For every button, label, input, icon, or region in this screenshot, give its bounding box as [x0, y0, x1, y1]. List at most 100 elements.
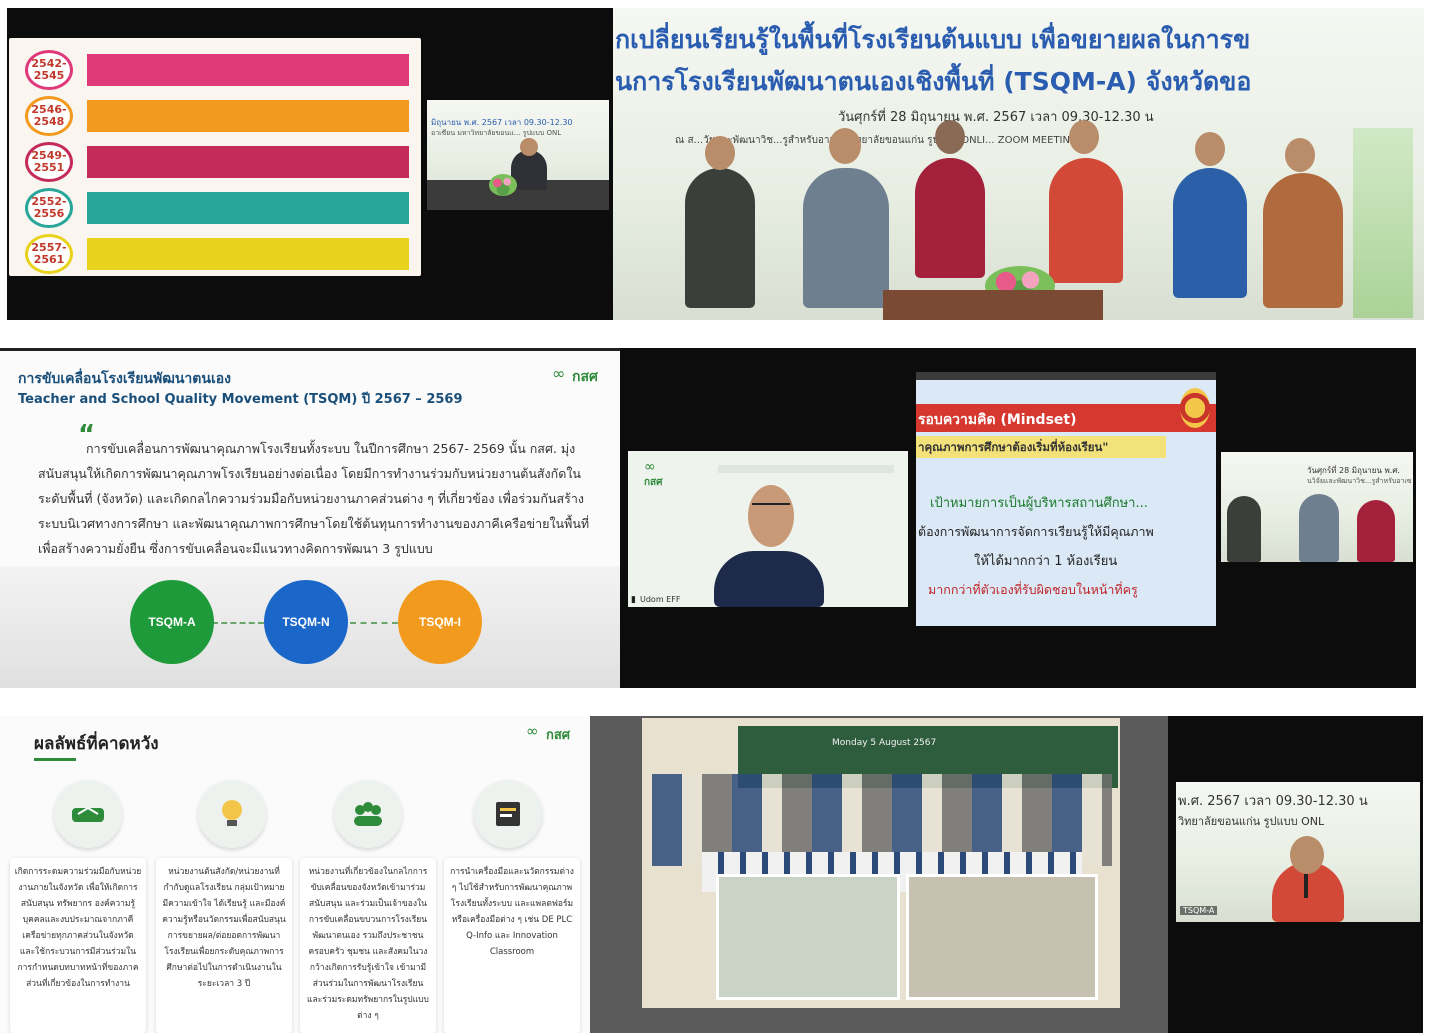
closeup-date: พ.ศ. 2567 เวลา 09.30-12.30 น — [1178, 794, 1368, 809]
panelist-5 — [1173, 168, 1247, 298]
participant-glasses — [752, 503, 790, 511]
thumb-person-1 — [1227, 496, 1261, 562]
panelist-1 — [685, 168, 755, 308]
lightbulb-icon — [198, 780, 266, 848]
banner-line-1: กเปลี่ยนเรียนรู้ในพื้นที่โรงเรียนต้นแบบ … — [615, 25, 1251, 54]
outcome-card-3-text: หน่วยงานที่เกี่ยวข้องในกลไกการขับเคลื่อน… — [307, 867, 429, 1021]
stage-thumbnail-video: วันศุกร์ที่ 28 มิถุนายน พ.ศ. นวิจัยและพั… — [1221, 452, 1413, 562]
outcome-card-4: การนำเครื่องมือและนวัตกรรมต่าง ๆ ไปใช้สำ… — [444, 858, 580, 1033]
connector-1 — [212, 622, 264, 624]
mindset-slide: รอบความคิด (Mindset) าคุณภาพการศึกษาต้อง… — [916, 380, 1216, 626]
closeup-tag: TSQM-A — [1180, 906, 1218, 915]
node-tsqm-a-label: TSQM-A — [148, 615, 196, 629]
tools-document-icon — [474, 780, 542, 848]
logo-text-outcomes: กสศ — [546, 728, 571, 743]
mindset-line-2: ต้องการพัฒนาการจัดการเรียนรู้ให้มีคุณภาพ — [918, 524, 1154, 539]
speaker-inset-video: มิถุนายน พ.ศ. 2567 เวลา 09.30-12.30 อาเซ… — [427, 100, 609, 210]
screen-top-bar — [916, 372, 1216, 380]
timeline-row — [87, 54, 409, 86]
logo-text: กสศ — [572, 369, 598, 385]
thumb-person-2 — [1299, 494, 1339, 562]
panelist-5-head — [1195, 132, 1225, 166]
banner-venue: ณ ส...วัยและพัฒนาวิช...รูสำหรับอาเซี...ว… — [675, 135, 1078, 146]
quote-body: การขับเคลื่อนการพัฒนาคุณภาพโรงเรียนทั้งร… — [38, 441, 590, 556]
signal-icon: ▮ — [631, 595, 636, 605]
mindset-line-3: ให้ได้มากกว่า 1 ห้องเรียน — [974, 554, 1118, 569]
logo-mark-icon-small: ∞ — [644, 459, 656, 475]
closeup-speaker-head — [1290, 836, 1324, 874]
panelist-3-head — [935, 120, 965, 154]
board-text: Monday 5 August 2567 — [832, 738, 937, 748]
slide-title-thai: การขับเคลื่อนโรงเรียนพัฒนาตนเอง — [18, 371, 231, 387]
node-tsqm-i: TSQM-I — [398, 580, 482, 664]
closeup-venue: วิทยาลัยขอนแก่น รูปแบบ ONL — [1178, 815, 1325, 828]
handshake-icon — [54, 780, 122, 848]
timeline-year-badge: 2549- 2551 — [25, 142, 73, 182]
panelist-4 — [1049, 158, 1123, 283]
timeline-row — [87, 146, 409, 178]
presentation-strip — [718, 465, 894, 473]
mindset-subheader: าคุณภาพการศึกษาต้องเริ่มที่ห้องเรียน" — [918, 440, 1109, 454]
top-border-line — [0, 348, 620, 351]
speaker-head — [520, 138, 538, 156]
inset-banner-text-2: อาเซียน มหาวิทยาลัยขอนแ... รูปแบบ ONL — [431, 129, 562, 137]
panelist-1-head — [705, 136, 735, 170]
logo-mark-icon: ∞ — [552, 364, 566, 383]
participant-name: Udom EFF — [640, 595, 681, 604]
participant-head — [748, 485, 794, 547]
panel-mindset-screen: รอบความคิด (Mindset) าคุณภาพการศึกษาต้อง… — [912, 348, 1416, 688]
timeline-year-badge: 2546- 2548 — [25, 96, 73, 136]
slide-title-english: Teacher and School Quality Movement (TSQ… — [18, 392, 463, 407]
stage-table — [883, 290, 1103, 320]
participant-body — [714, 551, 824, 607]
panelist-2-head — [829, 128, 861, 164]
node-tsqm-n: TSQM-N — [264, 580, 348, 664]
flower-arrangement — [489, 174, 517, 196]
node-tsqm-a: TSQM-A — [130, 580, 214, 664]
outcomes-title: ผลลัพธ์ที่คาดหวัง — [34, 734, 159, 754]
timeline-row — [87, 192, 409, 224]
group-people-icon — [334, 780, 402, 848]
panelist-6-head — [1285, 138, 1315, 172]
logo-mark-icon-outcomes: ∞ — [526, 722, 539, 740]
thumb-venue: นวิจัยและพัฒนาวิช...รูสำหรับอาเซ — [1307, 477, 1412, 485]
timeline-row — [87, 238, 409, 270]
banner-date: วันศุกร์ที่ 28 มิถุนายน พ.ศ. 2567 เวลา 0… — [838, 110, 1154, 125]
connector-2 — [350, 622, 398, 624]
panel-speaker-closeup: พ.ศ. 2567 เวลา 09.30-12.30 น วิทยาลัยขอน… — [1168, 716, 1423, 1033]
outcome-card-3: หน่วยงานที่เกี่ยวข้องในกลไกการขับเคลื่อน… — [300, 858, 436, 1033]
participant-tile: ∞ กสศ ▮ Udom EFF — [628, 451, 908, 607]
panelist-3 — [915, 158, 985, 278]
green-backdrop-accent — [1353, 128, 1413, 318]
timeline-year-badge: 2552- 2556 — [25, 188, 73, 228]
logo-text-small: กสศ — [644, 477, 663, 488]
panelist-6 — [1263, 173, 1343, 308]
panelist-2 — [803, 168, 889, 308]
node-tsqm-i-label: TSQM-I — [419, 615, 461, 629]
timeline-row — [87, 100, 409, 132]
panel-tsqm-slide: การขับเคลื่อนโรงเรียนพัฒนาตนเอง Teacher … — [0, 348, 620, 688]
thumb-person-3 — [1357, 500, 1395, 562]
mindset-header: รอบความคิด (Mindset) — [918, 412, 1077, 428]
microphone-icon — [1304, 874, 1308, 898]
timeline-slide: 2542- 2545 2546- 2548 2549- 2551 2552- 2556… — [9, 38, 421, 276]
panel-timeline-presentation: 2542- 2545 2546- 2548 2549- 2551 2552- 2556… — [7, 8, 613, 320]
node-tsqm-n-label: TSQM-N — [282, 615, 330, 629]
panelist-4-head — [1069, 120, 1099, 154]
panel-group-photo: Monday 5 August 2567 — [590, 716, 1168, 1033]
inset-photo-1 — [716, 874, 900, 1000]
outcome-card-2: หน่วยงานต้นสังกัด/หน่วยงานที่กำกับดูแลโร… — [156, 858, 292, 1033]
school-emblem-icon — [1180, 388, 1210, 428]
banner-line-2: นการโรงเรียนพัฒนาตนเองเชิงพื้นที่ (TSQM-… — [615, 67, 1252, 96]
mindset-line-4: มากกว่าที่ตัวเองที่รับผิดชอบในหน้าที่ครู — [928, 582, 1138, 597]
mindset-line-1: เป้าหมายการเป็นผู้บริหารสถานศึกษา... — [930, 496, 1148, 511]
panel-outcomes-slide: ผลลัพธ์ที่คาดหวัง ∞ กสศ เกิดการระดมความร… — [0, 716, 590, 1033]
timeline-year-badge: 2557- 2561 — [25, 234, 73, 274]
outcome-card-2-text: หน่วยงานต้นสังกัด/หน่วยงานที่กำกับดูแลโร… — [162, 867, 286, 989]
outcome-card-1: เกิดการระดมความร่วมมือกับหน่วยงานภายในจั… — [10, 858, 146, 1033]
title-underline — [34, 758, 76, 761]
outcome-card-4-text: การนำเครื่องมือและนวัตกรรมต่าง ๆ ไปใช้สำ… — [450, 867, 574, 957]
speaker-closeup-video: พ.ศ. 2567 เวลา 09.30-12.30 น วิทยาลัยขอน… — [1176, 782, 1420, 922]
photo-frame: Monday 5 August 2567 — [642, 718, 1120, 1008]
inset-photo-2 — [906, 874, 1098, 1000]
